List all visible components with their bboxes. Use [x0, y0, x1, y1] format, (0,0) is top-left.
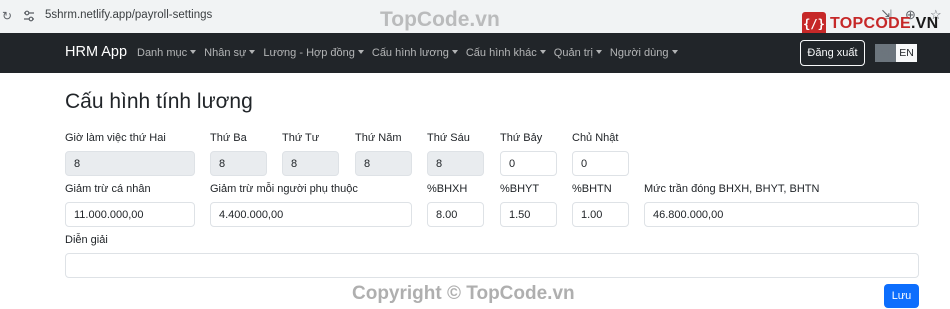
saturday-hours-input[interactable]: 0: [500, 151, 557, 176]
label-sunday: Chủ Nhật: [572, 132, 619, 144]
label-bhtn: %BHTN: [572, 183, 612, 195]
personal-deduction-input[interactable]: 11.000.000,00: [65, 202, 195, 227]
nav-item-nguoi-dung[interactable]: Người dùng: [610, 47, 678, 59]
bhyt-input[interactable]: 1.50: [500, 202, 557, 227]
copyright-watermark: Copyright © TopCode.vn: [352, 283, 575, 304]
bhxh-input[interactable]: 8.00: [427, 202, 484, 227]
lang-en-button[interactable]: EN: [896, 44, 917, 62]
nav-item-nhan-su[interactable]: Nhân sự: [204, 47, 256, 59]
label-personal-deduction: Giảm trừ cá nhân: [65, 183, 151, 195]
monday-hours-input[interactable]: 8: [65, 151, 195, 176]
label-thursday: Thứ Năm: [355, 132, 402, 144]
page-title: Cấu hình tính lương: [65, 90, 253, 113]
language-switch: VI EN: [875, 44, 917, 62]
caret-down-icon: [539, 50, 546, 54]
nav-item-luong-hop-dong[interactable]: Lương - Hợp đồng: [263, 47, 364, 59]
insurance-cap-input[interactable]: 46.800.000,00: [644, 202, 919, 227]
reload-icon[interactable]: ↻: [2, 9, 12, 23]
tuesday-hours-input[interactable]: 8: [210, 151, 267, 176]
caret-down-icon: [190, 50, 197, 54]
nav-item-cau-hinh-luong[interactable]: Cấu hình lương: [372, 47, 458, 59]
brand-link[interactable]: HRM App: [65, 44, 127, 60]
nav-item-danh-muc[interactable]: Danh mục: [137, 47, 197, 59]
label-description: Diễn giải: [65, 234, 108, 246]
label-dependent-deduction: Giảm trừ mỗi người phụ thuộc: [210, 183, 358, 195]
site-settings-icon[interactable]: [22, 9, 36, 23]
description-input[interactable]: [65, 253, 919, 278]
url-text[interactable]: 5shrm.netlify.app/payroll-settings: [45, 9, 212, 21]
label-bhxh: %BHXH: [427, 183, 468, 195]
label-wednesday: Thứ Tư: [282, 132, 320, 144]
save-button[interactable]: Lưu: [884, 284, 919, 308]
top-navbar: HRM App Danh mục Nhân sự Lương - Hợp đồn…: [0, 33, 950, 73]
caret-down-icon: [595, 50, 602, 54]
label-bhyt: %BHYT: [500, 183, 540, 195]
watermark-logo-text: TOPCODE.VN: [830, 15, 939, 32]
caret-down-icon: [357, 50, 364, 54]
bhtn-input[interactable]: 1.00: [572, 202, 629, 227]
sunday-hours-input[interactable]: 0: [572, 151, 629, 176]
lang-vi-button[interactable]: VI: [875, 44, 896, 62]
friday-hours-input[interactable]: 8: [427, 151, 484, 176]
label-saturday: Thứ Bảy: [500, 132, 543, 144]
wednesday-hours-input[interactable]: 8: [282, 151, 339, 176]
nav-item-quan-tri[interactable]: Quản trị: [554, 47, 602, 59]
nav-menu: Danh mục Nhân sự Lương - Hợp đồng Cấu hì…: [137, 47, 686, 59]
label-insurance-cap: Mức trần đóng BHXH, BHYT, BHTN: [644, 183, 820, 195]
caret-down-icon: [249, 50, 256, 54]
label-monday-hours: Giờ làm việc thứ Hai: [65, 132, 166, 144]
watermark-text: TopCode.vn: [380, 8, 500, 31]
thursday-hours-input[interactable]: 8: [355, 151, 412, 176]
label-tuesday: Thứ Ba: [210, 132, 247, 144]
label-friday: Thứ Sáu: [427, 132, 470, 144]
dependent-deduction-input[interactable]: 4.400.000,00: [210, 202, 412, 227]
nav-item-cau-hinh-khac[interactable]: Cấu hình khác: [466, 47, 546, 59]
caret-down-icon: [671, 50, 678, 54]
logout-button[interactable]: Đăng xuất: [800, 40, 865, 66]
caret-down-icon: [451, 50, 458, 54]
